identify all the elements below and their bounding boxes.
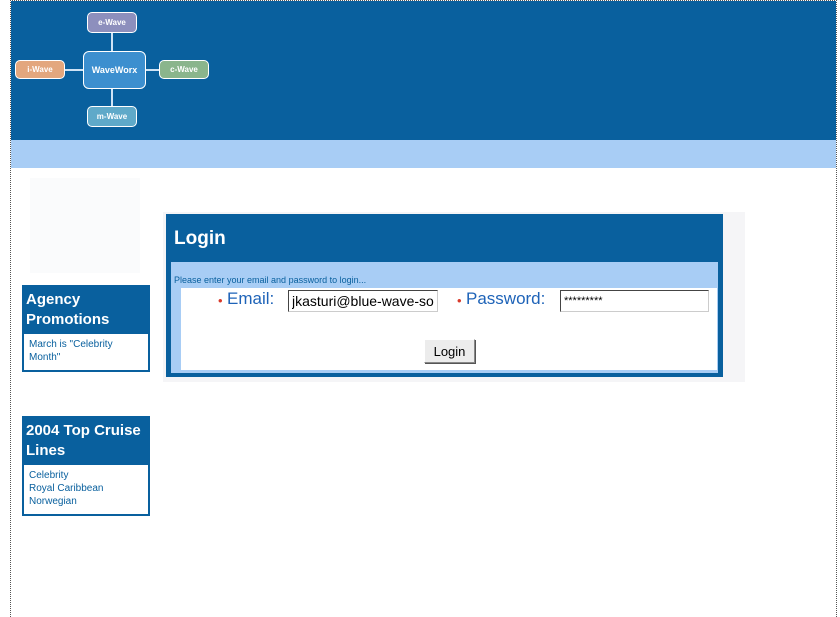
cruise-line-item[interactable]: Norwegian: [29, 495, 143, 508]
promotion-item[interactable]: March is "Celebrity Month": [29, 338, 133, 364]
logo-connector: [65, 69, 83, 71]
login-form: • Email: • Password: Login: [181, 288, 717, 370]
login-body: Please enter your email and password to …: [171, 262, 718, 373]
email-required-marker: •: [218, 293, 223, 308]
logo-node-c-wave: c-Wave: [159, 60, 209, 79]
agency-promotions-panel: Agency Promotions March is "Celebrity Mo…: [22, 285, 150, 372]
logo-node-e-wave: e-Wave: [87, 12, 137, 33]
cruise-line-item[interactable]: Royal Caribbean: [29, 482, 143, 495]
password-label: Password:: [466, 289, 546, 308]
agency-promotions-title: Agency Promotions: [24, 287, 148, 334]
top-cruise-lines-list: Celebrity Royal Caribbean Norwegian: [24, 465, 148, 514]
login-title: Login: [174, 228, 226, 249]
logo-node-i-wave: i-Wave: [15, 60, 65, 79]
cruise-line-item[interactable]: Celebrity: [29, 469, 143, 482]
logo-node-m-wave: m-Wave: [87, 106, 137, 127]
logo-node-waveworx: WaveWorx: [83, 51, 146, 89]
top-cruise-lines-title: 2004 Top Cruise Lines: [24, 418, 148, 465]
email-field[interactable]: [288, 290, 438, 312]
logo-connector: [111, 33, 113, 51]
password-required-marker: •: [457, 293, 462, 308]
email-label: Email:: [227, 289, 275, 308]
placeholder-image: [30, 178, 140, 273]
header-subbar: [11, 140, 836, 168]
agency-promotions-list: March is "Celebrity Month": [24, 334, 148, 370]
login-button[interactable]: Login: [424, 339, 475, 363]
password-field[interactable]: [560, 290, 709, 312]
logo-connector: [146, 69, 159, 71]
login-panel: Login Please enter your email and passwo…: [166, 214, 723, 377]
logo-connector: [111, 89, 113, 106]
top-cruise-lines-panel: 2004 Top Cruise Lines Celebrity Royal Ca…: [22, 416, 150, 516]
login-instructions: Please enter your email and password to …: [174, 275, 367, 285]
